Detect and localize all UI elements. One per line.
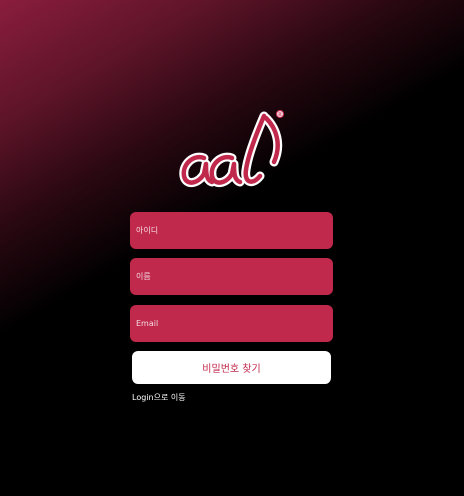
user-id-input[interactable] (136, 226, 327, 235)
find-password-screen: R 비밀번호 찾기 Login으로 이동 (0, 0, 464, 496)
svg-text:R: R (278, 112, 281, 118)
find-password-button[interactable]: 비밀번호 찾기 (132, 351, 331, 384)
email-field[interactable] (130, 305, 333, 342)
brand-logo: R (179, 109, 285, 187)
user-id-field[interactable] (130, 212, 333, 249)
login-link[interactable]: Login으로 이동 (132, 392, 186, 403)
email-input[interactable] (136, 319, 327, 328)
registered-mark-icon: R (275, 109, 285, 119)
name-input[interactable] (136, 272, 327, 281)
name-field[interactable] (130, 258, 333, 295)
